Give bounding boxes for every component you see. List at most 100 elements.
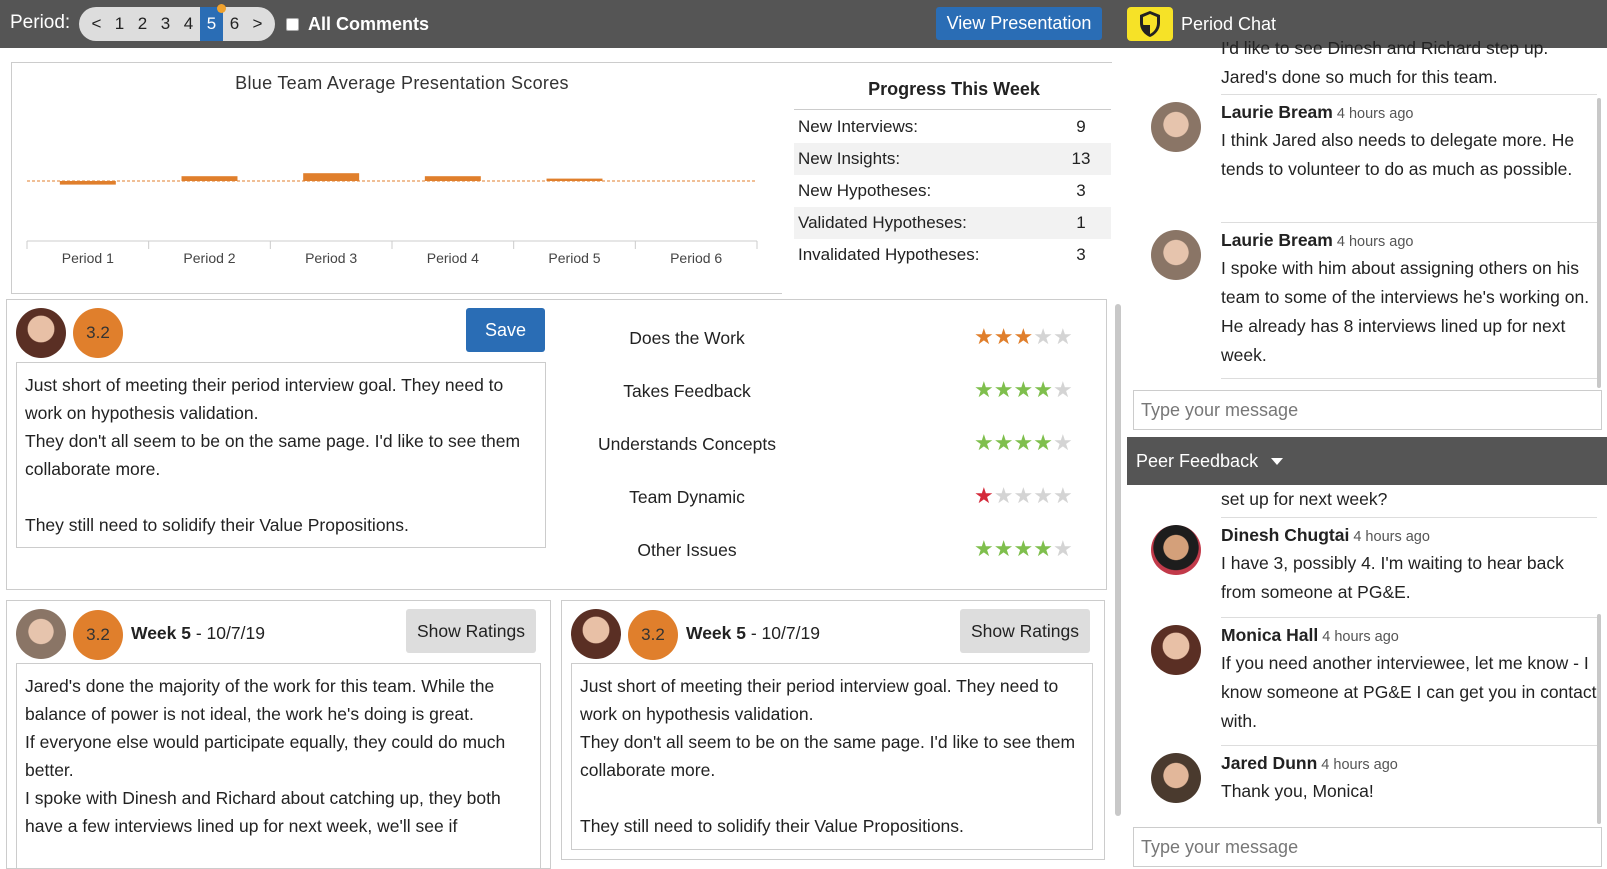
star-filled-icon[interactable]: ★ <box>1033 536 1053 561</box>
message-text: set up for next week? <box>1221 489 1388 509</box>
star-filled-icon[interactable]: ★ <box>1013 377 1033 402</box>
score-badge: 3.2 <box>73 308 123 358</box>
peer-feedback-panel: set up for next week? Dinesh Chugtai 4 ho… <box>1127 485 1607 825</box>
feedback-editor-panel: 3.2 Save Just short of meeting their per… <box>6 299 1107 590</box>
chat-scrollbar[interactable] <box>1597 98 1601 388</box>
card-week: Week 5 - 10/7/19 <box>131 623 265 644</box>
star-filled-icon[interactable]: ★ <box>974 430 994 455</box>
progress-row: Validated Hypotheses: 1 <box>794 207 1111 239</box>
star-rating[interactable]: ★★★★★ <box>974 536 1073 562</box>
progress-label: New Interviews: <box>798 117 918 136</box>
star-filled-icon[interactable]: ★ <box>994 536 1014 561</box>
message-author: Laurie Bream <box>1221 230 1333 250</box>
star-filled-icon[interactable]: ★ <box>1013 324 1033 349</box>
message-text: I have 3, possibly 4. I'm waiting to hea… <box>1221 553 1564 602</box>
progress-value: 3 <box>1076 181 1086 200</box>
chat-message-partial: set up for next week? <box>1221 485 1601 514</box>
period-chat-input[interactable]: Type your message <box>1133 390 1602 430</box>
progress-divider <box>794 109 1111 110</box>
message-author: Laurie Bream <box>1221 102 1333 122</box>
week-date: - 10/7/19 <box>191 623 265 643</box>
pager-page-4[interactable]: 4 <box>177 7 200 41</box>
message-time: 4 hours ago <box>1336 234 1414 250</box>
peer-feedback-input[interactable]: Type your message <box>1133 827 1602 867</box>
progress-row: New Insights: 13 <box>794 143 1111 175</box>
message-divider <box>1221 617 1597 618</box>
main-scrollbar[interactable] <box>1115 304 1121 816</box>
pager-page-1[interactable]: 1 <box>108 7 131 41</box>
star-empty-icon[interactable]: ★ <box>1053 483 1073 508</box>
message-divider <box>1221 222 1597 223</box>
star-filled-icon[interactable]: ★ <box>1033 430 1053 455</box>
progress-label: Invalidated Hypotheses: <box>798 245 980 264</box>
message-divider <box>1221 378 1597 379</box>
x-tick-label: Period 6 <box>670 250 722 266</box>
all-comments-toggle[interactable]: All Comments <box>286 14 429 35</box>
message-divider <box>1221 745 1597 746</box>
star-empty-icon[interactable]: ★ <box>1053 377 1073 402</box>
score-badge: 3.2 <box>628 610 678 660</box>
progress-title: Progress This Week <box>868 79 1040 99</box>
avatar <box>1151 525 1201 575</box>
pager-page-3[interactable]: 3 <box>154 7 177 41</box>
period-chat-title: Period Chat <box>1181 13 1277 34</box>
star-empty-icon[interactable]: ★ <box>1033 483 1053 508</box>
feedback-text: Just short of meeting their period inter… <box>571 663 1093 850</box>
peer-feedback-header[interactable]: Peer Feedback <box>1127 437 1607 485</box>
star-empty-icon[interactable]: ★ <box>1013 483 1033 508</box>
star-filled-icon[interactable]: ★ <box>974 324 994 349</box>
show-ratings-button[interactable]: Show Ratings <box>406 609 536 653</box>
progress-value: 1 <box>1076 213 1086 232</box>
star-filled-icon[interactable]: ★ <box>994 324 1014 349</box>
pager-page-2[interactable]: 2 <box>131 7 154 41</box>
chart-bar <box>424 176 481 181</box>
star-empty-icon[interactable]: ★ <box>1033 324 1053 349</box>
message-text: Thank you, Monica! <box>1221 781 1374 801</box>
feedback-textarea[interactable]: Just short of meeting their period inter… <box>16 362 546 548</box>
rating-label: Understands Concepts <box>597 434 777 454</box>
rating-label: Takes Feedback <box>623 381 751 401</box>
star-filled-icon[interactable]: ★ <box>1013 536 1033 561</box>
chevron-down-icon[interactable] <box>1271 457 1284 465</box>
star-empty-icon[interactable]: ★ <box>1053 536 1073 561</box>
avatar <box>16 308 66 358</box>
star-empty-icon[interactable]: ★ <box>994 483 1014 508</box>
star-filled-icon[interactable]: ★ <box>1033 377 1053 402</box>
star-rating[interactable]: ★★★★★ <box>974 377 1073 403</box>
save-button[interactable]: Save <box>466 308 545 352</box>
view-presentation-button[interactable]: View Presentation <box>936 7 1102 40</box>
star-rating[interactable]: ★★★★★ <box>974 430 1073 456</box>
avatar <box>1151 102 1201 152</box>
message-text: If you need another interviewee, let me … <box>1221 653 1597 731</box>
show-ratings-button[interactable]: Show Ratings <box>960 609 1090 653</box>
rating-row-team-dynamic: Team Dynamic ★★★★★ <box>567 477 1097 517</box>
pager-next-button[interactable]: > <box>246 7 269 41</box>
avatar <box>1151 230 1201 280</box>
progress-row: Invalidated Hypotheses: 3 <box>794 239 1111 271</box>
star-filled-icon[interactable]: ★ <box>1013 430 1033 455</box>
period-pager: < 1 2 3 4 5 6 > <box>79 4 275 41</box>
message-divider <box>1221 94 1597 95</box>
star-rating[interactable]: ★★★★★ <box>974 324 1073 350</box>
star-filled-icon[interactable]: ★ <box>974 483 994 508</box>
progress-this-week: Progress This Week New Interviews: 9 New … <box>782 63 1112 295</box>
star-filled-icon[interactable]: ★ <box>974 377 994 402</box>
star-empty-icon[interactable]: ★ <box>1053 324 1073 349</box>
all-comments-checkbox[interactable] <box>286 18 299 31</box>
pager-page-5[interactable]: 5 <box>200 4 226 41</box>
peer-scrollbar[interactable] <box>1597 614 1601 824</box>
chart-bar <box>59 181 116 185</box>
star-rating[interactable]: ★★★★★ <box>974 483 1073 509</box>
progress-value: 3 <box>1076 245 1086 264</box>
star-filled-icon[interactable]: ★ <box>974 536 994 561</box>
star-empty-icon[interactable]: ★ <box>1053 430 1073 455</box>
star-filled-icon[interactable]: ★ <box>994 430 1014 455</box>
week-label: Week 5 <box>131 623 191 643</box>
pager-page-6[interactable]: 6 <box>223 7 246 41</box>
star-filled-icon[interactable]: ★ <box>994 377 1014 402</box>
avatar <box>16 609 66 659</box>
progress-label: Validated Hypotheses: <box>798 213 967 232</box>
pager-prev-button[interactable]: < <box>85 7 108 41</box>
progress-row: New Hypotheses: 3 <box>794 175 1111 207</box>
chat-message: Dinesh Chugtai 4 hours ago I have 3, poss… <box>1221 525 1601 607</box>
